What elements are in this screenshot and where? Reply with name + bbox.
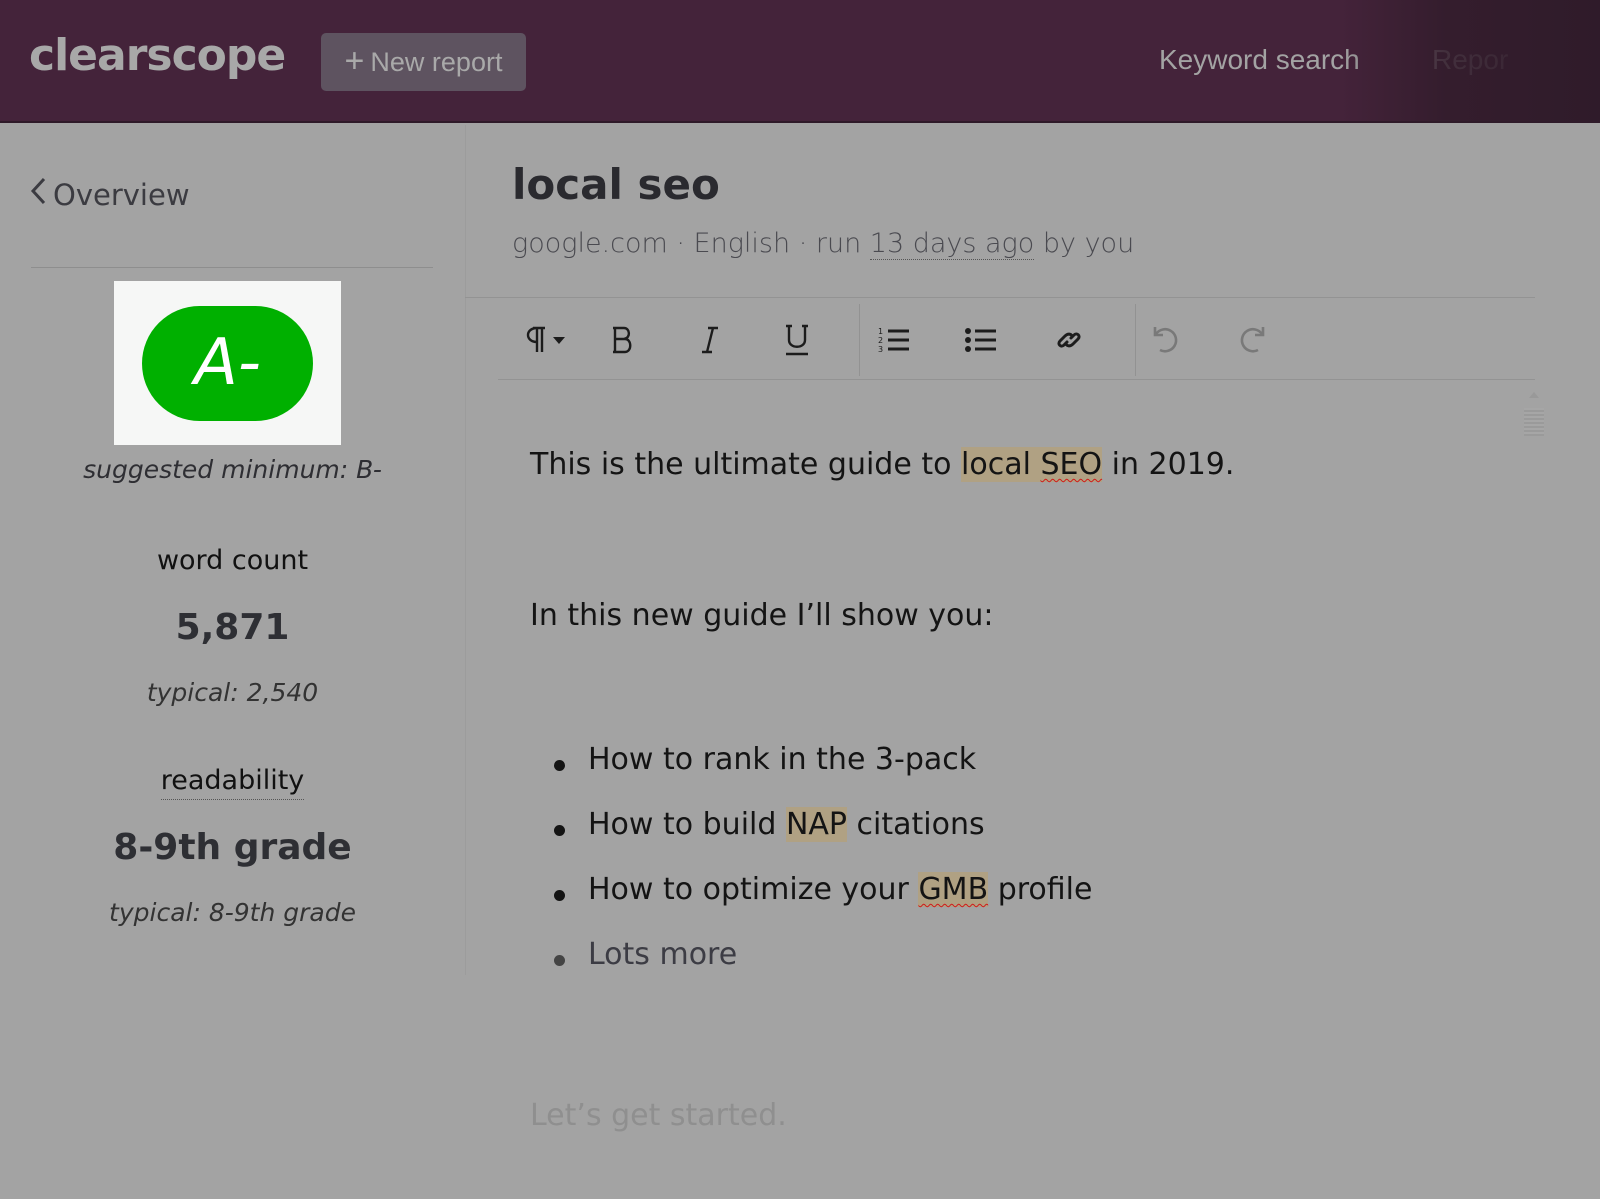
keyword-highlight: local SEO [961, 447, 1103, 482]
list-item[interactable]: How to build NAP citations [553, 807, 1092, 872]
text: How to optimize your [588, 872, 919, 907]
undo-button[interactable] [1137, 316, 1193, 364]
editor-paragraph[interactable]: Let’s get started. [530, 1098, 787, 1133]
scrollbar-thumb[interactable] [1524, 408, 1544, 436]
svg-text:3: 3 [878, 345, 883, 354]
list-item[interactable]: Lots more [553, 937, 1092, 1002]
text: How to build [588, 807, 786, 842]
text: in 2019. [1102, 447, 1235, 482]
list-item[interactable]: How to rank in the 3-pack [553, 742, 1092, 807]
sidebar-divider [31, 267, 433, 268]
nav-keyword-search[interactable]: Keyword search [1159, 44, 1360, 76]
suggested-minimum-grade: suggested minimum: B- [83, 455, 382, 484]
new-report-button[interactable]: + New report [321, 33, 526, 91]
pilcrow-icon [517, 324, 569, 356]
toolbar-separator [859, 304, 860, 376]
italic-icon [699, 325, 721, 355]
redo-button[interactable] [1225, 316, 1281, 364]
header-divider [465, 297, 1535, 298]
text: profile [988, 872, 1093, 907]
editor-paragraph[interactable]: This is the ultimate guide to local SEO … [530, 447, 1234, 482]
content-grade-badge: A- [142, 305, 313, 421]
report-run-time[interactable]: 13 days ago [869, 228, 1035, 260]
word-count-value: 5,871 [175, 607, 290, 648]
editor-toolbar: 1 2 3 [498, 300, 1535, 380]
word-count-label: word count [156, 545, 309, 576]
bullet-list-button[interactable] [953, 316, 1009, 364]
report-meta: google.com · English · run 13 days ago b… [512, 228, 1135, 260]
clearscope-logo[interactable]: clearscope [29, 30, 286, 81]
text: This is the ultimate guide to [530, 447, 962, 482]
spellcheck-word: SEO [1040, 447, 1103, 482]
report-meta-suffix: by you [1034, 228, 1135, 259]
text: Lots more [588, 937, 738, 972]
keyword-highlight: NAP [785, 807, 848, 842]
scrollbar-up-arrow[interactable] [1529, 392, 1539, 398]
underline-icon [783, 323, 811, 357]
back-label: Overview [53, 178, 190, 212]
link-button[interactable] [1041, 316, 1097, 364]
nav-reports[interactable]: Repor [1432, 44, 1508, 76]
readability-label[interactable]: readability [160, 765, 305, 800]
italic-button[interactable] [682, 316, 738, 364]
new-report-label: New report [370, 46, 503, 77]
svg-text:2: 2 [878, 336, 883, 345]
text: citations [847, 807, 985, 842]
underline-button[interactable] [769, 316, 825, 364]
redo-icon [1236, 324, 1270, 356]
report-meta-prefix: google.com · English · run [512, 228, 870, 259]
paragraph-format-button[interactable] [510, 316, 576, 364]
word-count-typical: typical: 2,540 [146, 678, 319, 707]
report-sidebar: Overview A- suggested minimum: B- word c… [0, 125, 465, 927]
list-item[interactable]: How to optimize your GMB profile [553, 872, 1093, 937]
text: How to rank in the 3-pack [588, 742, 977, 777]
top-navigation-bar: clearscope + New report Keyword search R… [0, 0, 1600, 123]
content-grade-card: A- [114, 281, 341, 445]
bullet-list-icon [964, 325, 998, 355]
readability-typical: typical: 8-9th grade [109, 898, 356, 927]
toolbar-separator [1135, 304, 1136, 376]
bold-icon [610, 325, 636, 355]
column-divider [465, 125, 466, 975]
chevron-left-icon [29, 176, 47, 214]
ordered-list-button[interactable]: 1 2 3 [866, 316, 922, 364]
svg-text:1: 1 [878, 327, 883, 336]
keyword-highlight: GMB [918, 872, 989, 907]
plus-icon: + [344, 41, 365, 80]
editor-paragraph[interactable]: In this new guide I’ll show you: [530, 598, 994, 633]
keyword-text: local [961, 447, 1041, 482]
back-to-overview-link[interactable]: Overview [29, 176, 190, 214]
editor-bullet-list: How to rank in the 3-pack How to build N… [553, 742, 1093, 1002]
readability-value: 8-9th grade [113, 827, 352, 868]
report-title: local seo [512, 160, 720, 209]
undo-icon [1148, 324, 1182, 356]
link-icon [1053, 324, 1085, 356]
ordered-list-icon: 1 2 3 [877, 325, 911, 355]
bold-button[interactable] [595, 316, 651, 364]
readability-label-wrap: readability [0, 765, 465, 800]
